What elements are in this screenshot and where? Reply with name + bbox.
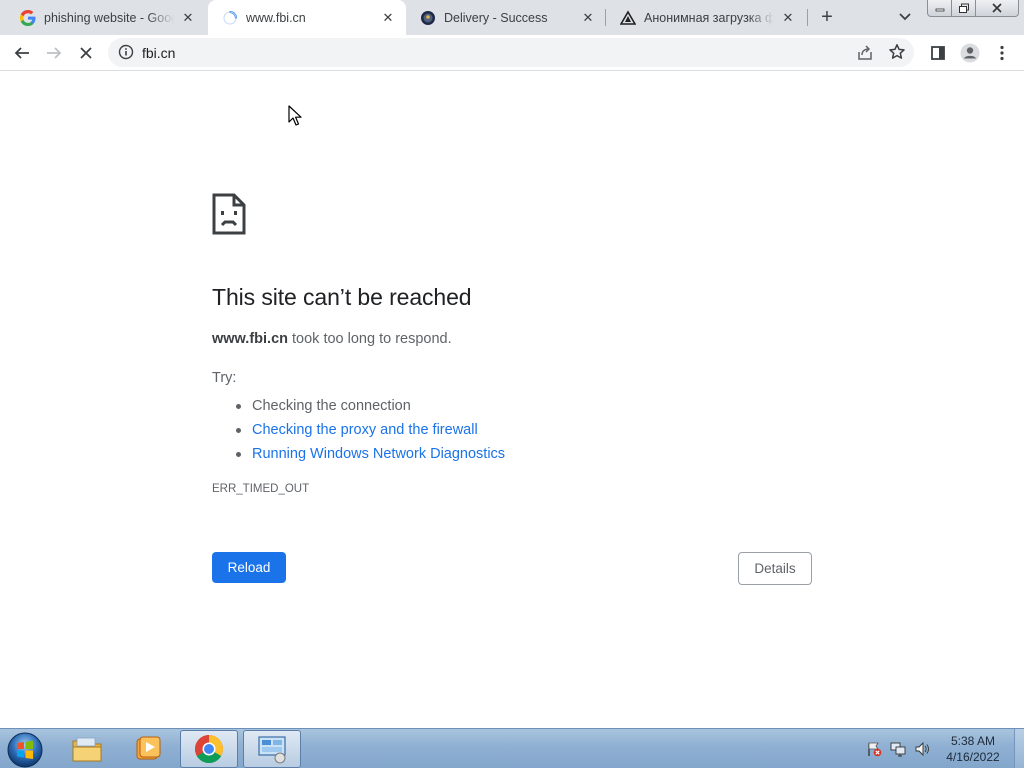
- reload-button[interactable]: Reload: [212, 552, 286, 583]
- google-g-icon: [20, 9, 36, 26]
- sad-page-icon: [212, 193, 246, 235]
- error-code: ERR_TIMED_OUT: [212, 483, 310, 495]
- taskbar-chrome[interactable]: [180, 730, 238, 768]
- restore-button[interactable]: [952, 0, 976, 17]
- forward-button[interactable]: [42, 41, 66, 65]
- close-tab-icon[interactable]: ✕: [778, 8, 798, 28]
- bookmark-star-icon[interactable]: [888, 43, 906, 61]
- clock-time: 5:38 AM: [950, 734, 996, 748]
- stop-loading-button[interactable]: [74, 41, 98, 65]
- new-tab-button[interactable]: +: [814, 5, 840, 29]
- url-text[interactable]: fbi.cn: [142, 45, 175, 61]
- tab-fbi-cn[interactable]: www.fbi.cn ✕: [208, 0, 406, 35]
- volume-icon[interactable]: [914, 741, 930, 757]
- browser-toolbar: fbi.cn: [0, 35, 1024, 71]
- minimize-button[interactable]: [927, 0, 952, 17]
- address-bar[interactable]: fbi.cn: [108, 38, 914, 67]
- forward-arrow-icon: [47, 47, 62, 59]
- start-button[interactable]: [6, 731, 44, 768]
- profile-button[interactable]: [958, 41, 982, 65]
- action-center-flag-icon[interactable]: [866, 741, 882, 757]
- error-description-text: took too long to respond.: [288, 331, 452, 347]
- chevron-down-icon: [899, 13, 911, 21]
- back-button[interactable]: [10, 41, 34, 65]
- tab-title: www.fbi.cn: [246, 10, 306, 25]
- folder-icon: [72, 737, 102, 762]
- suggestion-check-proxy-link[interactable]: Checking the proxy and the firewall: [234, 418, 505, 442]
- tab-search-button[interactable]: [894, 7, 916, 27]
- tab-title: Анонимная загрузка фа: [644, 10, 774, 25]
- kebab-menu-icon: [1000, 45, 1004, 61]
- seal-icon: [421, 10, 435, 25]
- error-description: www.fbi.cn took too long to respond.: [212, 331, 452, 347]
- tab-title: phishing website - Google: [44, 10, 174, 25]
- close-tab-icon[interactable]: ✕: [578, 8, 598, 28]
- tab-strip: phishing website - Google ✕ www.fbi.cn ✕…: [0, 0, 1024, 35]
- network-icon[interactable]: [890, 741, 906, 757]
- control-panel-icon: [258, 736, 286, 764]
- details-button[interactable]: Details: [738, 552, 812, 585]
- mouse-cursor-icon: [288, 105, 302, 126]
- share-icon[interactable]: [856, 44, 874, 62]
- error-host: www.fbi.cn: [212, 331, 288, 347]
- window-controls: [927, 0, 1019, 18]
- taskbar-network-app[interactable]: [243, 730, 301, 768]
- tab-title: Delivery - Success: [444, 10, 548, 25]
- loading-spinner-icon: [223, 10, 237, 24]
- side-panel-icon: [931, 46, 945, 60]
- taskbar-explorer[interactable]: [58, 730, 116, 768]
- minimize-icon: [935, 8, 944, 12]
- profile-avatar-icon: [960, 43, 980, 63]
- chrome-icon: [195, 735, 223, 763]
- windows-taskbar: 5:38 AM 4/16/2022: [0, 728, 1024, 768]
- try-label: Try:: [212, 370, 237, 386]
- suggestion-check-connection: Checking the connection: [234, 394, 505, 418]
- close-tab-icon[interactable]: ✕: [378, 8, 398, 28]
- menu-button[interactable]: [990, 41, 1014, 65]
- stop-icon: [80, 47, 92, 59]
- tab-google-search[interactable]: phishing website - Google ✕: [6, 0, 206, 35]
- tab-delivery-success[interactable]: Delivery - Success ✕: [406, 0, 606, 35]
- close-icon: [992, 3, 1002, 13]
- system-tray: [866, 729, 938, 768]
- close-tab-icon[interactable]: ✕: [178, 8, 198, 28]
- system-clock[interactable]: 5:38 AM 4/16/2022: [940, 733, 1006, 765]
- restore-icon: [958, 3, 969, 13]
- suggestions-list: Checking the connection Checking the pro…: [234, 394, 505, 466]
- clock-date: 4/16/2022: [946, 750, 1000, 764]
- tab-separator: [807, 9, 808, 26]
- close-window-button[interactable]: [976, 0, 1019, 17]
- error-title: This site can’t be reached: [212, 284, 472, 310]
- triangle-icon: [620, 9, 636, 25]
- show-desktop-button[interactable]: [1014, 729, 1024, 768]
- side-panel-button[interactable]: [926, 41, 950, 65]
- site-info-icon[interactable]: [118, 44, 134, 60]
- tab-anonymous-upload[interactable]: Анонимная загрузка фа ✕: [606, 0, 806, 35]
- media-player-icon: [136, 736, 161, 760]
- back-arrow-icon: [14, 47, 29, 59]
- suggestion-network-diagnostics-link[interactable]: Running Windows Network Diagnostics: [234, 442, 505, 466]
- taskbar-media-player[interactable]: [119, 730, 177, 768]
